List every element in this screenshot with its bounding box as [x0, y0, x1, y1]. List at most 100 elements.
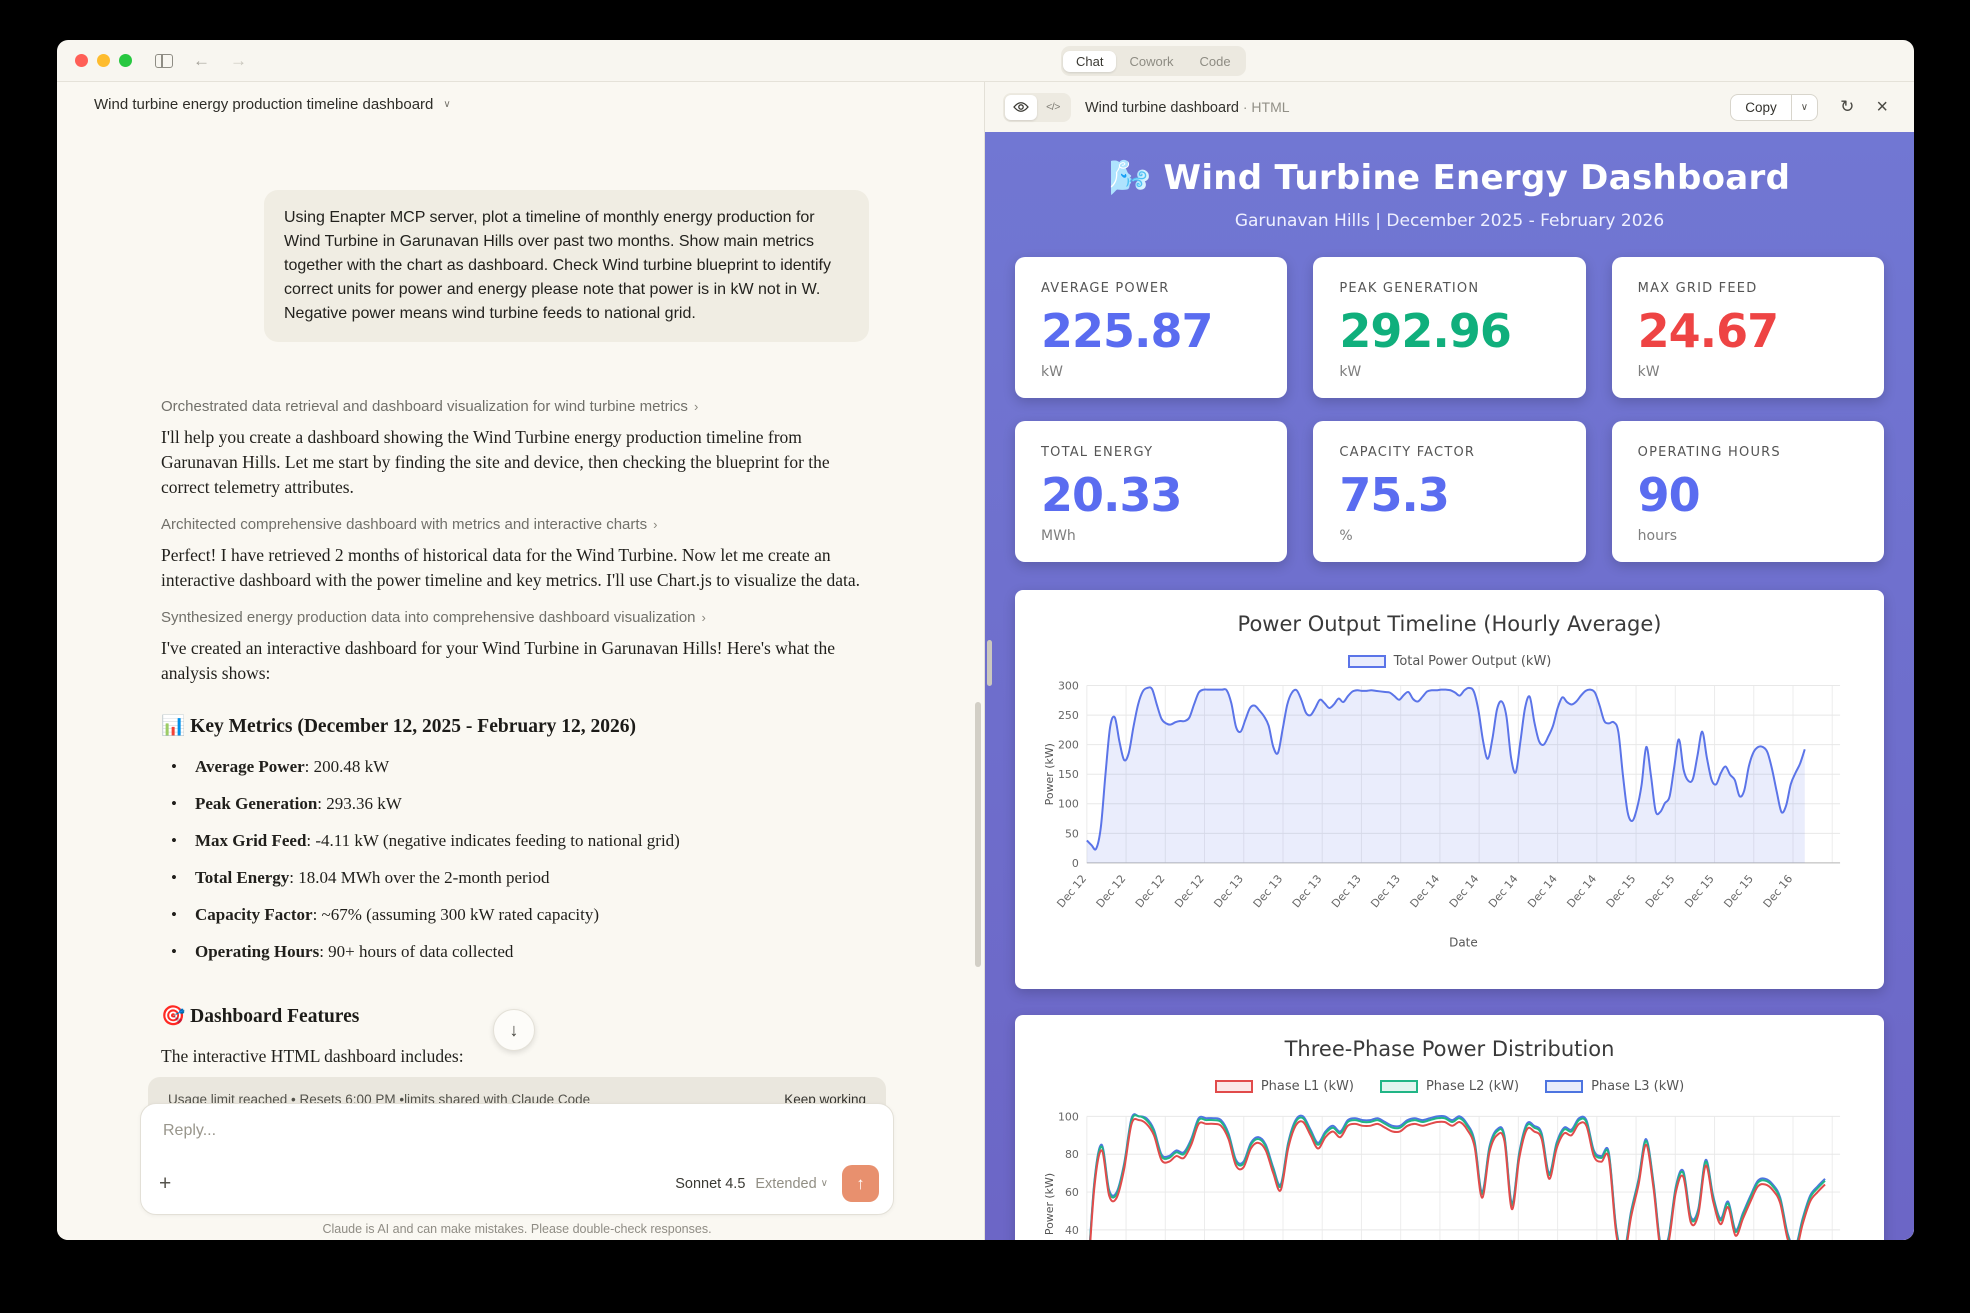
svg-text:Dec 13: Dec 13 [1290, 872, 1325, 910]
chevron-right-icon: › [701, 610, 706, 625]
three-phase-chart[interactable]: 40 60 80 100 Power (kW) [1041, 1104, 1858, 1240]
power-timeline-chart-card: Power Output Timeline (Hourly Average) T… [1015, 590, 1884, 989]
svg-text:300: 300 [1058, 680, 1079, 693]
metric-value: 20.33 [1041, 468, 1183, 522]
minimize-window-button[interactable] [97, 54, 110, 67]
power-timeline-chart[interactable]: 050100150200250300Dec 12 Dec 12 Dec 12 Dec … [1041, 679, 1858, 979]
metric-bullet: Peak Generation: 293.36 kW [161, 791, 869, 816]
code-icon: </> [1046, 101, 1060, 113]
svg-text:100: 100 [1058, 1110, 1079, 1123]
metric-label: TOTAL ENERGY [1041, 445, 1154, 460]
view-toggle: </> [1003, 92, 1071, 122]
artifact-header: </> Wind turbine dashboard · HTML Copy ∨… [985, 82, 1914, 132]
svg-text:100: 100 [1058, 798, 1079, 811]
metric-bullet: Capacity Factor: ~67% (assuming 300 kW r… [161, 902, 869, 927]
metric-label: AVERAGE POWER [1041, 281, 1170, 296]
attach-button[interactable]: + [159, 1172, 171, 1196]
tool-step[interactable]: Synthesized energy production data into … [161, 609, 869, 626]
tool-step-label: Orchestrated data retrieval and dashboar… [161, 398, 688, 415]
metric-value: 292.96 [1339, 304, 1512, 358]
tab-chat[interactable]: Chat [1063, 50, 1117, 72]
tab-cowork[interactable]: Cowork [1116, 51, 1186, 72]
conversation-title[interactable]: Wind turbine energy production timeline … [94, 96, 451, 113]
conversation-title-label: Wind turbine energy production timeline … [94, 96, 434, 113]
artifact-title[interactable]: Wind turbine dashboard · HTML [1085, 99, 1290, 116]
svg-text:Dec 14: Dec 14 [1525, 872, 1560, 910]
chat-pane: Wind turbine energy production timeline … [57, 82, 985, 1240]
back-arrow-icon[interactable]: ← [193, 51, 210, 71]
svg-text:Dec 13: Dec 13 [1251, 872, 1286, 910]
refresh-button[interactable]: ↻ [1840, 97, 1854, 117]
tool-step[interactable]: Architected comprehensive dashboard with… [161, 516, 869, 533]
svg-text:Dec 13: Dec 13 [1368, 872, 1403, 910]
metric-card: CAPACITY FACTOR 75.3% [1313, 421, 1586, 562]
metric-bullet: Max Grid Feed: -4.11 kW (negative indica… [161, 828, 869, 853]
chevron-right-icon: › [653, 517, 658, 532]
pane-resize-handle[interactable] [987, 640, 992, 686]
metric-value: 225.87 [1041, 304, 1214, 358]
svg-text:Dec 15: Dec 15 [1721, 872, 1756, 910]
tool-step-label: Architected comprehensive dashboard with… [161, 516, 648, 533]
metric-value: 90 [1637, 468, 1701, 522]
metric-bullet: Total Energy: 18.04 MWh over the 2-month… [161, 865, 869, 890]
send-button[interactable]: ↑ [842, 1165, 879, 1202]
reply-composer[interactable]: Reply... + Sonnet 4.5 Extended ∨ ↑ [140, 1103, 894, 1215]
metric-card: MAX GRID FEED 24.67 kW [1611, 257, 1884, 398]
copy-button[interactable]: Copy [1731, 95, 1791, 120]
refresh-icon: ↻ [1840, 97, 1855, 116]
metric-value: 75.3 [1339, 468, 1450, 522]
chevron-right-icon: › [693, 399, 699, 414]
chat-scrollbar[interactable] [975, 702, 981, 967]
scroll-to-bottom-button[interactable]: ↓ [493, 1009, 535, 1051]
metric-card: AVERAGE POWER 225.87 kW [1015, 257, 1288, 398]
metric-bullet: Average Power: 200.48 kW [161, 754, 869, 779]
tab-code[interactable]: Code [1187, 51, 1244, 72]
assistant-paragraph: I've created an interactive dashboard fo… [161, 638, 835, 683]
zoom-window-button[interactable] [119, 54, 132, 67]
legend-swatch [1347, 655, 1386, 668]
tool-step-label: Synthesized energy production data into … [161, 609, 696, 626]
chart-title: Power Output Timeline (Hourly Average) [1237, 612, 1662, 636]
preview-toggle-button[interactable] [1005, 94, 1037, 120]
svg-text:150: 150 [1058, 768, 1079, 781]
svg-text:50: 50 [1065, 827, 1079, 840]
legend-item[interactable]: Phase L1 (kW) [1214, 1079, 1354, 1094]
separator: · [1238, 98, 1252, 115]
copy-split-button[interactable]: Copy ∨ [1730, 93, 1819, 121]
close-window-button[interactable] [75, 54, 88, 67]
metric-unit: kW [1339, 364, 1362, 380]
reply-input[interactable]: Reply... [163, 1122, 216, 1140]
legend-item[interactable]: Phase L2 (kW) [1379, 1079, 1520, 1094]
forward-arrow-icon[interactable]: → [230, 51, 247, 71]
legend-swatch [1214, 1080, 1253, 1093]
chart-legend: Phase L1 (kW) Phase L2 (kW) Phase L3 (kW) [1041, 1079, 1858, 1094]
dashboard-subtitle: Garunavan Hills | December 2025 - Februa… [1234, 211, 1665, 231]
legend-label: Phase L1 (kW) [1260, 1079, 1354, 1094]
svg-text:Date: Date [1449, 936, 1478, 950]
svg-text:Dec 14: Dec 14 [1407, 872, 1442, 910]
legend-item[interactable]: Total Power Output (kW) [1347, 654, 1551, 669]
model-selector[interactable]: Sonnet 4.5 [675, 1176, 745, 1192]
chevron-down-icon: ∨ [443, 99, 451, 110]
copy-dropdown-button[interactable]: ∨ [1790, 94, 1817, 120]
svg-text:80: 80 [1065, 1148, 1079, 1161]
legend-item[interactable]: Phase L3 (kW) [1545, 1079, 1684, 1094]
code-toggle-button[interactable]: </> [1037, 95, 1069, 120]
metric-unit: kW [1041, 364, 1063, 380]
svg-text:Dec 13: Dec 13 [1329, 872, 1364, 910]
svg-text:200: 200 [1058, 739, 1079, 752]
svg-text:Dec 12: Dec 12 [1054, 872, 1089, 910]
legend-label: Phase L2 (kW) [1425, 1079, 1520, 1094]
metric-card: TOTAL ENERGY 20.33 MWh [1015, 421, 1288, 562]
metric-bullet: Operating Hours: 90+ hours of data colle… [161, 939, 869, 964]
svg-text:Dec 12: Dec 12 [1133, 872, 1168, 910]
metric-unit: MWh [1041, 528, 1076, 544]
key-metrics-heading: 📊 Key Metrics (December 12, 2025 - Febru… [161, 716, 636, 737]
mode-selector[interactable]: Extended [755, 1176, 816, 1192]
eye-icon [1013, 102, 1029, 112]
tool-step[interactable]: Orchestrated data retrieval and dashboar… [161, 398, 869, 415]
close-artifact-button[interactable]: × [1876, 96, 1888, 119]
user-message-bubble: Using Enapter MCP server, plot a timelin… [264, 190, 869, 342]
key-metrics-list: Average Power: 200.48 kW Peak Generation:… [161, 754, 869, 964]
sidebar-toggle-icon[interactable] [155, 53, 173, 68]
